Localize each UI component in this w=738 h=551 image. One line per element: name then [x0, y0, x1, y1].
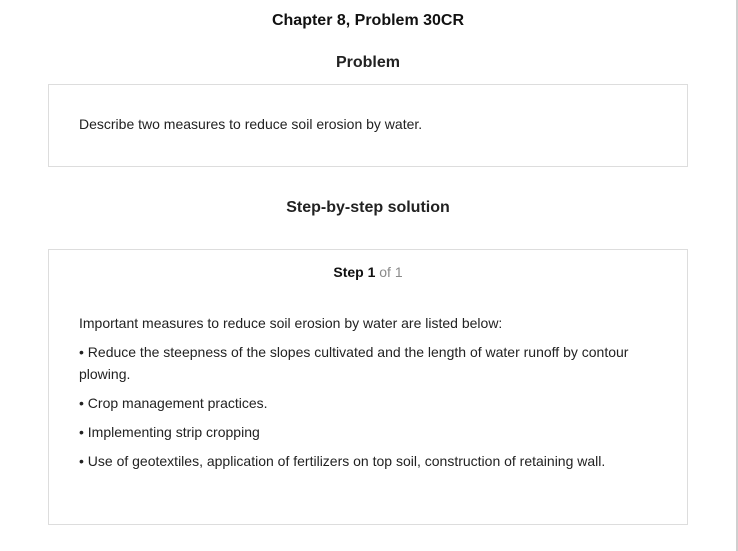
problem-text: Describe two measures to reduce soil ero… [79, 116, 423, 132]
step-indicator: Step 1 of 1 [49, 263, 687, 281]
solution-bullet: • Implementing strip cropping [79, 424, 260, 440]
solution-bullet: • Reduce the steepness of the slopes cul… [79, 344, 629, 382]
solution-heading: Step-by-step solution [286, 199, 450, 216]
problem-card: Describe two measures to reduce soil ero… [48, 84, 688, 167]
problem-heading: Problem [335, 54, 400, 71]
solution-card: Step 1 of 1 Important measures to reduce… [48, 249, 688, 525]
solution-intro: Important measures to reduce soil erosio… [79, 315, 503, 331]
step-count: of 1 [379, 264, 403, 280]
solution-bullet: • Crop management practices. [79, 395, 268, 411]
solution-bullet: • Use of geotextiles, application of fer… [79, 453, 606, 469]
page-title: Chapter 8, Problem 30CR [271, 12, 465, 29]
solution-body: Important measures to reduce soil erosio… [79, 312, 659, 479]
step-label: Step 1 [333, 264, 376, 280]
